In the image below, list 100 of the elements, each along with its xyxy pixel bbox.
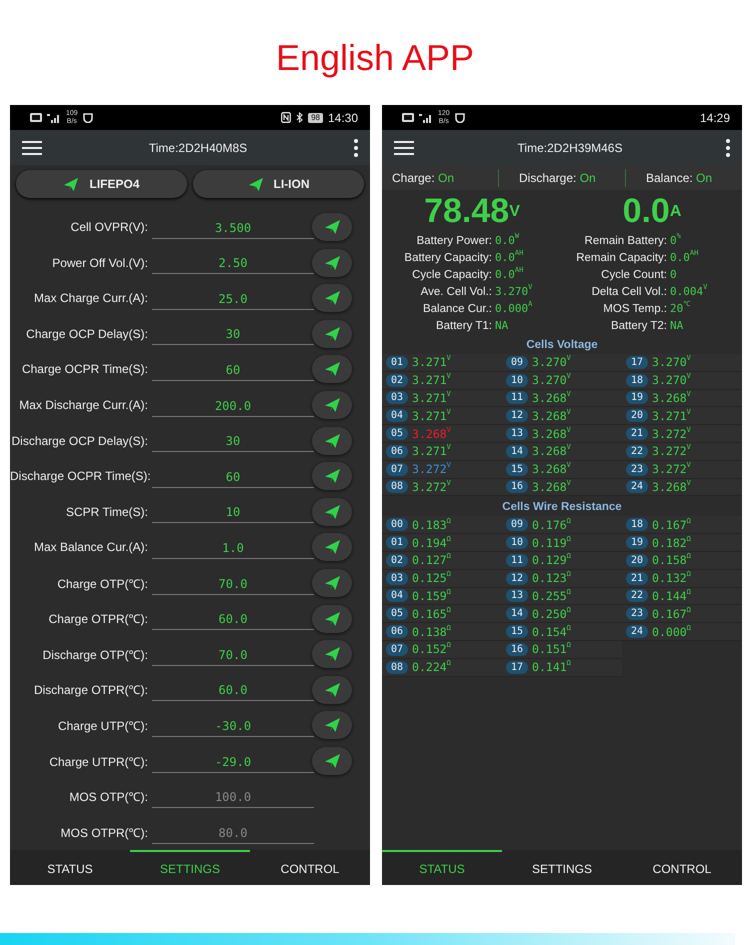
cell-resistance: 0.144$^{Ω}$ (652, 588, 691, 603)
send-button[interactable] (312, 498, 352, 526)
cell-number: 06 (386, 625, 408, 638)
switch-state: Charge: On (392, 170, 456, 184)
cell-number: 14 (506, 444, 528, 458)
send-button[interactable] (312, 747, 352, 776)
send-button[interactable] (312, 426, 352, 455)
send-icon (324, 539, 340, 556)
cell-number: 01 (386, 356, 408, 369)
send-button[interactable] (312, 355, 352, 384)
stat-label: Cycle Capacity: (411, 268, 493, 280)
cell-number: 07 (386, 642, 408, 656)
cell-voltage: 3.270$^{V}$ (532, 355, 571, 370)
cell-voltage: 3.271$^{V}$ (412, 373, 451, 388)
stat-value: 0.0$^{AH}$ (495, 268, 524, 281)
setting-label: Discharge OCPR Time(S): (10, 469, 150, 484)
send-button[interactable] (312, 248, 352, 277)
menu-icon[interactable] (394, 140, 414, 156)
cell-voltage: 3.270$^{V}$ (652, 373, 691, 388)
cell-resistance: 0.167$^{Ω}$ (652, 518, 691, 532)
stat-value: 0.004$^{V}$ (670, 285, 708, 298)
cell-number: 02 (386, 554, 408, 567)
cell-resistance: 0.183$^{Ω}$ (412, 518, 451, 532)
nav-tab[interactable]: CONTROL (250, 850, 370, 885)
stat-value: NA (495, 319, 510, 332)
cell-number: 17 (506, 660, 528, 674)
cell-number: 05 (386, 607, 408, 620)
nav-tab[interactable]: STATUS (10, 850, 130, 885)
input-field: 80.0 (152, 820, 314, 844)
cell-resistance: 0.255$^{Ω}$ (532, 588, 571, 603)
preset-button[interactable]: LIFEPO4 (16, 170, 187, 198)
send-button[interactable] (312, 604, 352, 633)
clock: 14:29 (700, 110, 730, 124)
cell-voltage: 3.270$^{V}$ (652, 355, 691, 370)
send-icon (324, 717, 340, 734)
cell-resistance: 0.152$^{Ω}$ (412, 642, 451, 656)
send-icon (324, 432, 340, 449)
cell-number: 20 (626, 554, 648, 567)
more-icon[interactable] (726, 138, 730, 156)
shield-icon (82, 112, 93, 122)
stat-value: 0.000$^{A}$ (495, 302, 534, 315)
send-button[interactable] (312, 284, 352, 312)
cell-voltage: 3.268$^{V}$ (532, 462, 571, 476)
section-title: Cells Wire Resistance (501, 500, 623, 516)
nav-tab[interactable]: SETTINGS (502, 850, 622, 885)
app-title: Time:2D2H39M46S (518, 140, 622, 154)
stat-label: Remain Capacity: (575, 252, 668, 264)
send-button[interactable] (312, 569, 352, 598)
cell-number: 11 (506, 391, 528, 404)
cell-resistance: 0.182$^{Ω}$ (652, 536, 691, 550)
send-button[interactable] (312, 676, 352, 704)
send-button[interactable] (312, 462, 352, 490)
cell-voltage: 3.268$^{V}$ (652, 390, 691, 405)
cell-number: 09 (506, 356, 528, 369)
send-icon (63, 176, 80, 192)
send-icon (324, 290, 340, 306)
cell-voltage: 3.272$^{V}$ (412, 480, 451, 494)
setting-label: MOS OTPR(℃): (60, 824, 149, 841)
send-icon (324, 753, 340, 770)
send-button[interactable] (312, 533, 352, 562)
cell-resistance: 0.159$^{Ω}$ (412, 588, 451, 603)
send-icon (324, 254, 340, 271)
stat-label: Ave. Cell Vol.: (420, 286, 493, 298)
stat-label: Battery Power: (416, 234, 493, 246)
app-title: Time:2D2H40M8S (148, 140, 248, 154)
preset-button[interactable]: LI-ION (193, 170, 364, 198)
cell-resistance: 0.000$^{Ω}$ (652, 624, 691, 639)
battery-indicator: 98 (308, 112, 323, 122)
cell-voltage: 3.272$^{V}$ (652, 462, 691, 476)
send-icon (324, 219, 340, 236)
send-button[interactable] (312, 391, 352, 420)
menu-icon[interactable] (22, 140, 42, 156)
switch-state: Balance: On (646, 170, 714, 184)
cell-number: 05 (386, 427, 408, 440)
stat-value: NA (670, 319, 684, 332)
send-icon (324, 646, 340, 662)
stat-value: 0 (670, 268, 678, 281)
send-button[interactable] (312, 711, 352, 740)
nav-tab[interactable]: SETTINGS (130, 850, 250, 885)
nav-tab[interactable]: CONTROL (622, 850, 742, 885)
setting-label: Charge OTPR(℃): (48, 611, 149, 628)
cell-number: 12 (506, 409, 528, 422)
voltage-reading: 78.48$^{V}$ (423, 192, 521, 230)
cell-voltage: 3.270$^{V}$ (532, 373, 571, 388)
setting-label: Max Balance Cur.(A): (32, 540, 149, 554)
clock: 14:30 (328, 110, 358, 124)
nav-tab[interactable]: STATUS (382, 850, 502, 885)
cell-voltage: 3.272$^{V}$ (412, 462, 451, 476)
send-button[interactable] (312, 320, 352, 348)
send-icon (324, 610, 340, 627)
more-icon[interactable] (354, 138, 358, 156)
send-icon (324, 361, 340, 378)
send-button[interactable] (312, 213, 352, 242)
switch-state: Discharge: On (519, 170, 597, 184)
cell-voltage: 3.271$^{V}$ (412, 355, 451, 370)
cell-number: 04 (386, 589, 408, 602)
send-button[interactable] (312, 640, 352, 668)
cell-number: 24 (626, 480, 648, 494)
cell-number: 08 (386, 660, 408, 674)
cell-number: 10 (506, 374, 528, 387)
